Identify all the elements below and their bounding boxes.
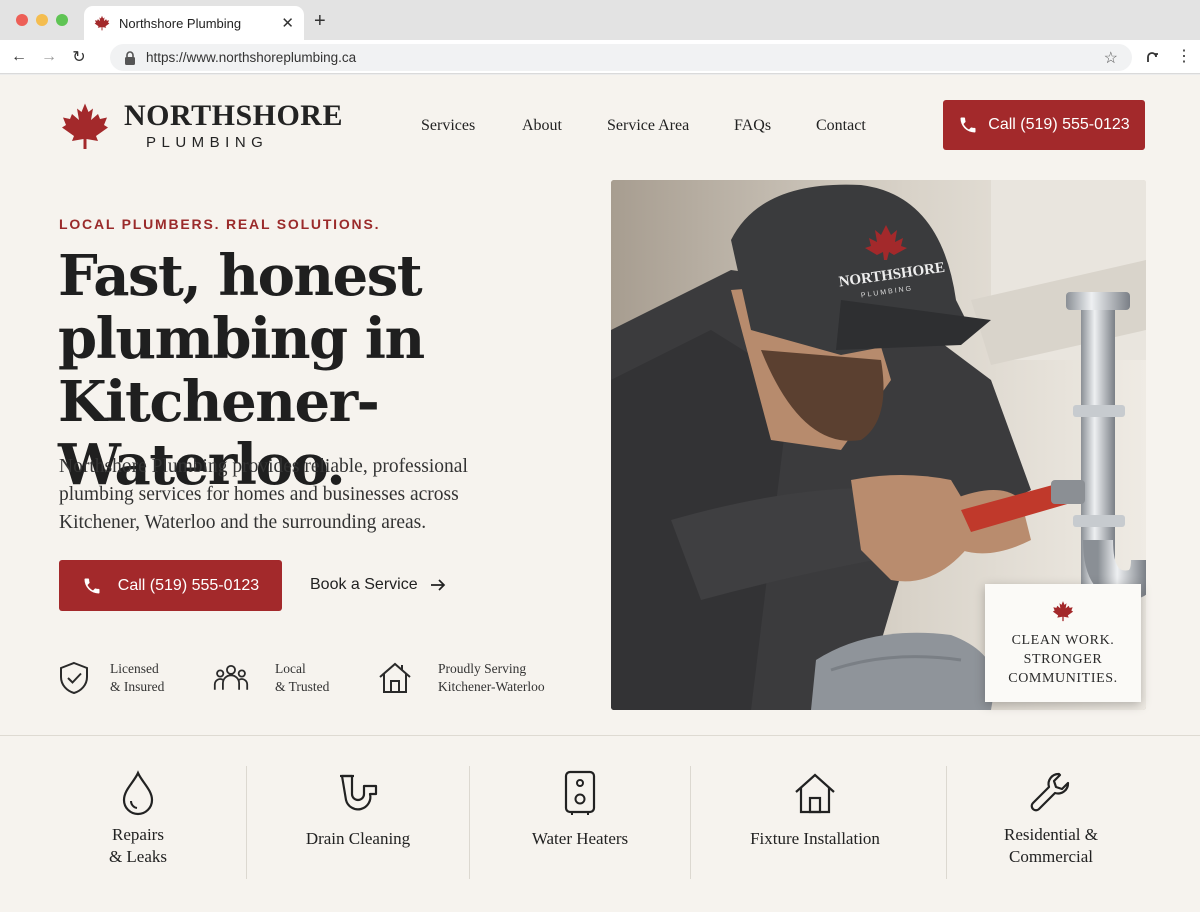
extensions-icon[interactable]	[1144, 48, 1162, 66]
services-strip: Repairs & Leaks Drain Cleaning Water Hea…	[0, 736, 1200, 912]
service-water-heaters[interactable]: Water Heaters	[480, 736, 680, 912]
water-drop-icon	[122, 770, 154, 816]
service-fixture-installation[interactable]: Fixture Installation	[700, 736, 930, 912]
maple-leaf-icon	[94, 15, 110, 31]
drain-pipe-icon	[340, 774, 378, 811]
brand-subtitle: PLUMBING	[146, 134, 269, 151]
service-label: Residential &	[1004, 825, 1098, 844]
book-service-label: Book a Service	[310, 576, 418, 593]
badge-local: Local & Trusted	[213, 660, 329, 696]
hero-call-label: Call (519) 555-0123	[117, 576, 260, 594]
maple-leaf-icon	[62, 103, 108, 149]
service-label: Fixture Installation	[750, 829, 880, 848]
header-call-label: Call (519) 555-0123	[988, 116, 1130, 133]
tagline-card: CLEAN WORK. STRONGER COMMUNITIES.	[985, 584, 1141, 702]
tagline-line: CLEAN WORK.	[1011, 633, 1115, 648]
badge-serving: Proudly Serving Kitchener-Waterloo	[377, 660, 545, 696]
shield-check-icon	[60, 661, 88, 695]
service-label: Drain Cleaning	[305, 829, 411, 848]
minimize-window-button[interactable]	[36, 14, 48, 26]
tab-title: Northshore Plumbing	[119, 15, 242, 31]
service-separator	[690, 766, 691, 879]
brand-name: NORTHSHORE	[124, 99, 343, 132]
back-button[interactable]: ←	[8, 46, 30, 68]
service-separator	[946, 766, 947, 879]
browser-toolbar: ← → ↻ https://www.northshoreplumbing.ca …	[0, 40, 1200, 74]
service-label: Repairs	[112, 825, 164, 844]
tagline-line: COMMUNITIES.	[1008, 671, 1118, 686]
arrow-right-icon	[430, 579, 445, 591]
hero-description: Northshore Plumbing provides reliable, p…	[59, 456, 468, 533]
service-separator	[246, 766, 247, 879]
browser-menu-button[interactable]: ⋮	[1176, 46, 1192, 66]
address-bar[interactable]: https://www.northshoreplumbing.ca ☆	[110, 44, 1132, 71]
service-repairs-leaks[interactable]: Repairs & Leaks	[40, 736, 236, 912]
wrench-icon	[1030, 772, 1070, 812]
browser-tab[interactable]: Northshore Plumbing ✕	[84, 6, 304, 40]
service-residential-commercial[interactable]: Residential & Commercial	[956, 736, 1146, 912]
phone-icon	[960, 117, 976, 133]
service-label: & Leaks	[108, 847, 168, 866]
window-controls	[16, 14, 68, 26]
service-drain-cleaning[interactable]: Drain Cleaning	[258, 736, 458, 912]
header-call-button[interactable]: Call (519) 555-0123	[943, 100, 1145, 150]
book-service-link[interactable]: Book a Service	[310, 576, 446, 594]
people-group-icon	[213, 664, 249, 690]
badge-licensed: Licensed & Insured	[56, 660, 164, 696]
badge-line2: Kitchener-Waterloo	[438, 679, 545, 694]
badge-line1: Licensed	[110, 661, 159, 676]
badge-line2: & Insured	[110, 679, 165, 694]
house-icon	[795, 773, 835, 814]
url-text: https://www.northshoreplumbing.ca	[146, 50, 357, 65]
badge-line1: Proudly Serving	[438, 661, 527, 676]
house-icon	[379, 662, 411, 693]
nav-faqs[interactable]: FAQs	[734, 117, 771, 135]
nav-services[interactable]: Services	[421, 117, 475, 135]
browser-tab-bar: Northshore Plumbing ✕ +	[0, 0, 1200, 40]
hero-call-button[interactable]: Call (519) 555-0123	[59, 560, 282, 611]
web-page: NORTHSHORE PLUMBING Services About Servi…	[0, 75, 1200, 912]
reload-button[interactable]: ↻	[68, 46, 90, 68]
hero-eyebrow: LOCAL PLUMBERS. REAL SOLUTIONS.	[59, 216, 381, 232]
nav-about[interactable]: About	[522, 117, 562, 135]
maple-leaf-icon	[1052, 601, 1074, 622]
badge-line1: Local	[275, 661, 306, 676]
close-window-button[interactable]	[16, 14, 28, 26]
forward-button[interactable]: →	[38, 46, 60, 68]
nav-contact[interactable]: Contact	[816, 117, 866, 135]
lock-icon	[125, 50, 135, 65]
service-separator	[469, 766, 470, 879]
new-tab-button[interactable]: +	[314, 10, 326, 33]
close-tab-icon[interactable]: ✕	[281, 14, 294, 32]
water-heater-icon	[564, 770, 596, 815]
service-label: Commercial	[1008, 847, 1094, 866]
tagline-line: STRONGER	[1023, 652, 1103, 667]
phone-icon	[84, 578, 100, 593]
site-logo[interactable]: NORTHSHORE PLUMBING	[60, 100, 343, 151]
bookmark-star-icon[interactable]: ☆	[1104, 48, 1118, 68]
badge-line2: & Trusted	[275, 679, 330, 694]
nav-service-area[interactable]: Service Area	[607, 117, 689, 135]
maximize-window-button[interactable]	[56, 14, 68, 26]
service-label: Water Heaters	[531, 829, 629, 848]
